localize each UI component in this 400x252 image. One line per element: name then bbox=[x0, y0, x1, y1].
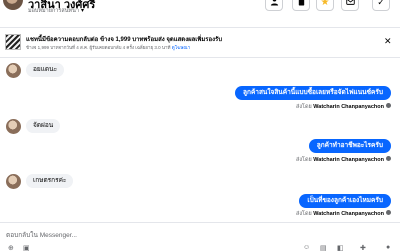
incoming-message: อยแดนะ bbox=[26, 63, 65, 77]
contact-avatar-small[interactable] bbox=[6, 119, 21, 134]
delete-button[interactable] bbox=[292, 0, 310, 11]
sent-by-prefix: ส่งโดย bbox=[295, 157, 312, 163]
sticker-icon[interactable]: ◧ bbox=[337, 244, 344, 252]
mark-done-button[interactable]: ✓ bbox=[372, 0, 390, 11]
view-ad-link[interactable]: ดูโฆษณา bbox=[172, 45, 190, 50]
star-button[interactable]: ★ bbox=[316, 0, 334, 11]
sender-name[interactable]: Watcharin Chanpanyachon bbox=[313, 104, 384, 110]
contact-avatar[interactable] bbox=[3, 0, 23, 10]
attach-icon[interactable]: ⊕ bbox=[8, 244, 14, 252]
banner-title: แชทนี้มีข้อความตอบกลับต่อ ข้างจ 1,999 บา… bbox=[26, 37, 223, 43]
ad-thumbnail[interactable] bbox=[5, 34, 21, 50]
info-icon[interactable] bbox=[386, 210, 391, 216]
gif-icon[interactable]: ▤ bbox=[320, 244, 327, 252]
contact-avatar-small[interactable] bbox=[6, 174, 21, 189]
outgoing-message: เป็นที่ของลูกค้าเองไหมครับ bbox=[299, 194, 391, 208]
envelope-icon bbox=[345, 0, 355, 8]
close-icon[interactable]: ✕ bbox=[384, 36, 392, 47]
incoming-message: เกษตรกรค่ะ bbox=[26, 174, 74, 188]
incoming-message: จัดผ่อน bbox=[26, 119, 61, 133]
person-icon bbox=[270, 0, 279, 8]
assign-person-button[interactable] bbox=[265, 0, 283, 11]
sender-name[interactable]: Watcharin Chanpanyachon bbox=[313, 211, 384, 217]
mark-unread-button[interactable] bbox=[341, 0, 359, 11]
assign-conversation-label: มอบหมายการสนทนา bbox=[28, 8, 79, 14]
assign-conversation-dropdown[interactable]: มอบหมายการสนทนา ▾ bbox=[28, 7, 84, 15]
sent-by-label: ส่งโดย Watcharin Chanpanyachon bbox=[296, 210, 391, 218]
trash-icon bbox=[297, 0, 306, 8]
sent-by-prefix: ส่งโดย bbox=[295, 211, 312, 217]
photo-icon[interactable]: ▣ bbox=[23, 244, 30, 252]
banner-description-text: ข้างจ 1,999 บาทจากวันที่ 4 ส.ค. ผู้รับเค… bbox=[26, 45, 171, 50]
sent-by-label: ส่งโดย Watcharin Chanpanyachon bbox=[296, 103, 391, 111]
banner-description: ข้างจ 1,999 บาทจากวันที่ 4 ส.ค. ผู้รับเค… bbox=[26, 44, 190, 51]
message-composer: ⊕ ▣ ☺ ▤ ◧ ✚ ● bbox=[0, 222, 400, 252]
sent-by-prefix: ส่งโดย bbox=[295, 104, 312, 110]
info-icon[interactable] bbox=[386, 103, 391, 109]
conversation-header: วาสินา วงศ์ศรี มอบหมายการสนทนา ▾ ★ ✓ bbox=[0, 0, 400, 24]
star-icon: ★ bbox=[320, 0, 330, 8]
info-icon[interactable] bbox=[386, 156, 391, 162]
sender-name[interactable]: Watcharin Chanpanyachon bbox=[313, 157, 384, 163]
outgoing-message: ลูกค้าสนใจสินค้านี้แบบซื้อเลยหรือจัดไฟแน… bbox=[235, 86, 391, 100]
chevron-down-icon: ▾ bbox=[80, 8, 84, 14]
like-icon[interactable]: ✚ bbox=[360, 244, 366, 252]
ad-context-banner: แชทนี้มีข้อความตอบกลับต่อ ข้างจ 1,999 บา… bbox=[0, 27, 400, 58]
reply-input[interactable] bbox=[6, 228, 386, 242]
outgoing-message: ลูกค้าทำอาชีพอะไรครับ bbox=[308, 139, 391, 153]
sent-by-label: ส่งโดย Watcharin Chanpanyachon bbox=[296, 156, 391, 164]
contact-avatar-small[interactable] bbox=[6, 63, 21, 78]
check-icon: ✓ bbox=[377, 0, 385, 7]
